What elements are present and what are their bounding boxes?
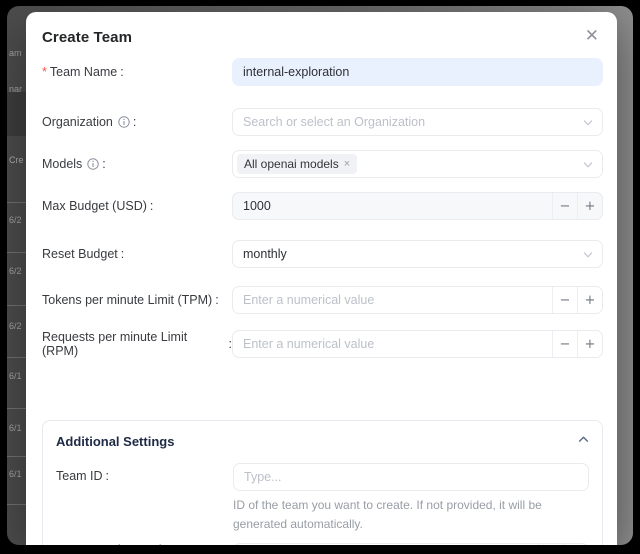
- team-id-label: Team ID :: [56, 469, 233, 483]
- reset-budget-select[interactable]: monthly: [232, 240, 603, 268]
- background-row-divider: [7, 252, 27, 253]
- close-icon[interactable]: ✕: [581, 26, 603, 47]
- models-select[interactable]: All openai models ×: [232, 150, 603, 178]
- background-table-fragment: 6/2: [9, 215, 22, 225]
- organization-label: Organization :: [42, 115, 232, 129]
- rpm-limit-label: Requests per minute Limit (RPM) :: [42, 330, 232, 358]
- background-table-fragment: 6/1: [9, 423, 22, 433]
- team-member-budget-input[interactable]: [234, 544, 538, 545]
- background-table-fragment: 6/2: [9, 321, 22, 331]
- background-table-fragment: 6/1: [9, 371, 22, 381]
- increment-button[interactable]: +: [577, 331, 602, 357]
- rpm-limit-input[interactable]: [233, 331, 552, 357]
- team-name-input[interactable]: [233, 59, 602, 85]
- decrement-button[interactable]: −: [552, 193, 577, 219]
- background-table-fragment: am: [9, 48, 22, 58]
- required-mark: *: [42, 65, 47, 79]
- max-budget-label: Max Budget (USD) :: [42, 199, 232, 213]
- modal-title: Create Team: [42, 26, 132, 46]
- tag-remove-icon[interactable]: ×: [344, 159, 350, 170]
- background-row-divider: [7, 202, 27, 203]
- background-table-fragment: 6/2: [9, 266, 22, 276]
- background-row-divider: [7, 456, 27, 457]
- decrement-button[interactable]: −: [538, 544, 563, 545]
- team-id-help-text: ID of the team you want to create. If no…: [233, 496, 589, 534]
- reset-budget-label: Reset Budget :: [42, 247, 232, 261]
- app-window: am nar Cre 6/2 6/2 6/2 6/1 6/1 6/1 Creat…: [7, 6, 633, 545]
- additional-settings-title: Additional Settings: [56, 434, 174, 449]
- tpm-limit-label: Tokens per minute Limit (TPM) :: [42, 293, 232, 307]
- background-row-divider: [7, 305, 27, 306]
- increment-button[interactable]: +: [577, 287, 602, 313]
- increment-button[interactable]: +: [577, 193, 602, 219]
- models-label: Models :: [42, 157, 232, 171]
- chevron-down-icon: [583, 117, 593, 131]
- background-table-fragment: 6/1: [9, 469, 22, 479]
- tpm-limit-input[interactable]: [233, 287, 552, 313]
- team-member-budget-label: Team Member Budget (USD) :: [56, 543, 233, 545]
- info-circle-icon: [87, 158, 99, 170]
- chevron-down-icon: [583, 159, 593, 173]
- additional-settings-panel: Additional Settings Team ID : ID of the …: [42, 420, 603, 545]
- background-row-divider: [7, 408, 27, 409]
- decrement-button[interactable]: −: [552, 331, 577, 357]
- team-id-input[interactable]: [234, 464, 588, 490]
- increment-button[interactable]: +: [563, 544, 588, 545]
- team-name-label: * Team Name :: [42, 65, 232, 79]
- model-tag: All openai models ×: [237, 154, 357, 174]
- reset-budget-value: monthly: [243, 247, 287, 261]
- background-row-divider: [7, 357, 27, 358]
- organization-select[interactable]: Search or select an Organization: [232, 108, 603, 136]
- info-circle-icon: [118, 116, 130, 128]
- background-table-header: [7, 92, 27, 136]
- max-budget-input[interactable]: [233, 193, 552, 219]
- chevron-down-icon: [583, 249, 593, 263]
- decrement-button[interactable]: −: [552, 287, 577, 313]
- create-team-modal: Create Team ✕ * Team Name : Organization: [26, 12, 617, 545]
- background-table-fragment: Cre: [9, 155, 24, 165]
- additional-settings-toggle[interactable]: Additional Settings: [56, 432, 589, 450]
- organization-placeholder: Search or select an Organization: [243, 115, 425, 129]
- chevron-up-icon: [578, 432, 589, 450]
- background-row-divider: [7, 504, 27, 505]
